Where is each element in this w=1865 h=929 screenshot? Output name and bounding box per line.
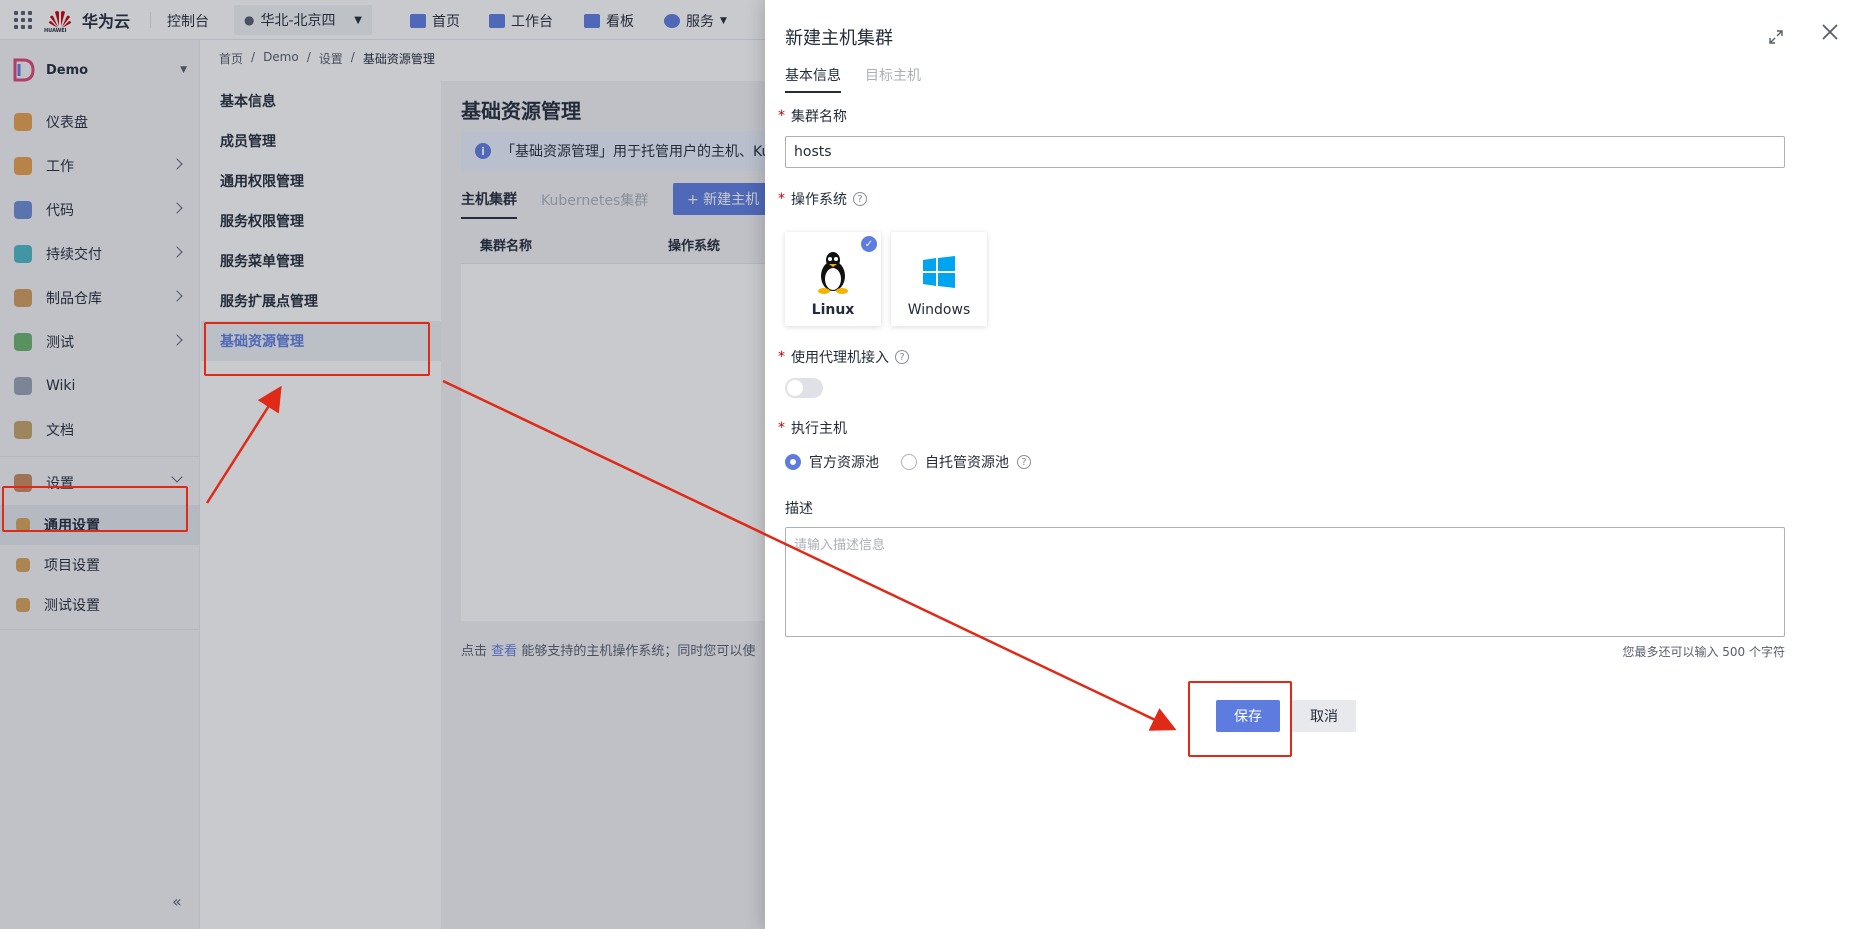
- highlight-box-general-settings: [2, 486, 188, 532]
- radio-checked-icon: [785, 454, 801, 470]
- help-icon[interactable]: ?: [1017, 455, 1031, 469]
- required-mark: *: [778, 108, 785, 124]
- drawer-title: 新建主机集群: [785, 28, 893, 49]
- checkmark-icon: ✓: [861, 236, 877, 252]
- radio-self-hosted-pool[interactable]: 自托管资源池 ?: [901, 452, 1031, 472]
- required-mark: *: [778, 191, 785, 207]
- os-option-linux[interactable]: ✓ Linux: [785, 232, 881, 326]
- os-option-label: Windows: [907, 302, 971, 318]
- required-mark: *: [778, 349, 785, 365]
- os-option-windows[interactable]: Windows: [891, 232, 987, 326]
- proxy-toggle[interactable]: [785, 378, 823, 398]
- help-icon[interactable]: ?: [853, 192, 867, 206]
- os-option-label: Linux: [811, 302, 855, 318]
- cancel-button[interactable]: 取消: [1292, 700, 1356, 732]
- proxy-label: * 使用代理机接入 ?: [778, 347, 909, 367]
- required-mark: *: [778, 420, 785, 436]
- drawer-tabs: 基本信息 目标主机: [785, 65, 921, 93]
- exec-host-radio-group: 官方资源池 自托管资源池 ?: [785, 452, 1031, 472]
- os-label-text: 操作系统: [791, 192, 847, 208]
- cluster-name-input[interactable]: hosts: [785, 136, 1785, 168]
- exec-host-label: * 执行主机: [778, 418, 847, 438]
- cluster-name-label-text: 集群名称: [791, 109, 847, 125]
- help-icon[interactable]: ?: [895, 350, 909, 364]
- linux-penguin-icon: [818, 252, 848, 294]
- highlight-box-infrastructure: [204, 322, 430, 376]
- tab-target-hosts[interactable]: 目标主机: [865, 65, 921, 93]
- radio-label: 自托管资源池: [925, 455, 1009, 471]
- cluster-name-label: * 集群名称: [778, 106, 847, 126]
- close-icon[interactable]: [1820, 22, 1840, 46]
- exec-host-label-text: 执行主机: [791, 421, 847, 437]
- description-label: 描述: [785, 501, 813, 517]
- char-counter: 您最多还可以输入 500 个字符: [1622, 645, 1785, 659]
- radio-label: 官方资源池: [809, 455, 879, 471]
- expand-icon[interactable]: [1768, 29, 1784, 45]
- proxy-label-text: 使用代理机接入: [791, 350, 889, 366]
- app-root: HUAWEI 华为云 控制台 ● 华北-北京四 ▼ 首页 工作台 看板 服务 ▼: [0, 0, 1865, 929]
- radio-unchecked-icon: [901, 454, 917, 470]
- windows-logo-icon: [923, 256, 955, 288]
- tab-basic-info[interactable]: 基本信息: [785, 65, 841, 93]
- new-host-cluster-drawer: 新建主机集群 基本信息 目标主机 * 集群名称 hosts * 操作系统 ? ✓: [765, 0, 1865, 929]
- os-label: * 操作系统 ?: [778, 189, 867, 209]
- highlight-box-save: [1188, 681, 1292, 757]
- description-textarea[interactable]: 请输入描述信息: [785, 527, 1785, 637]
- radio-official-pool[interactable]: 官方资源池: [785, 452, 879, 472]
